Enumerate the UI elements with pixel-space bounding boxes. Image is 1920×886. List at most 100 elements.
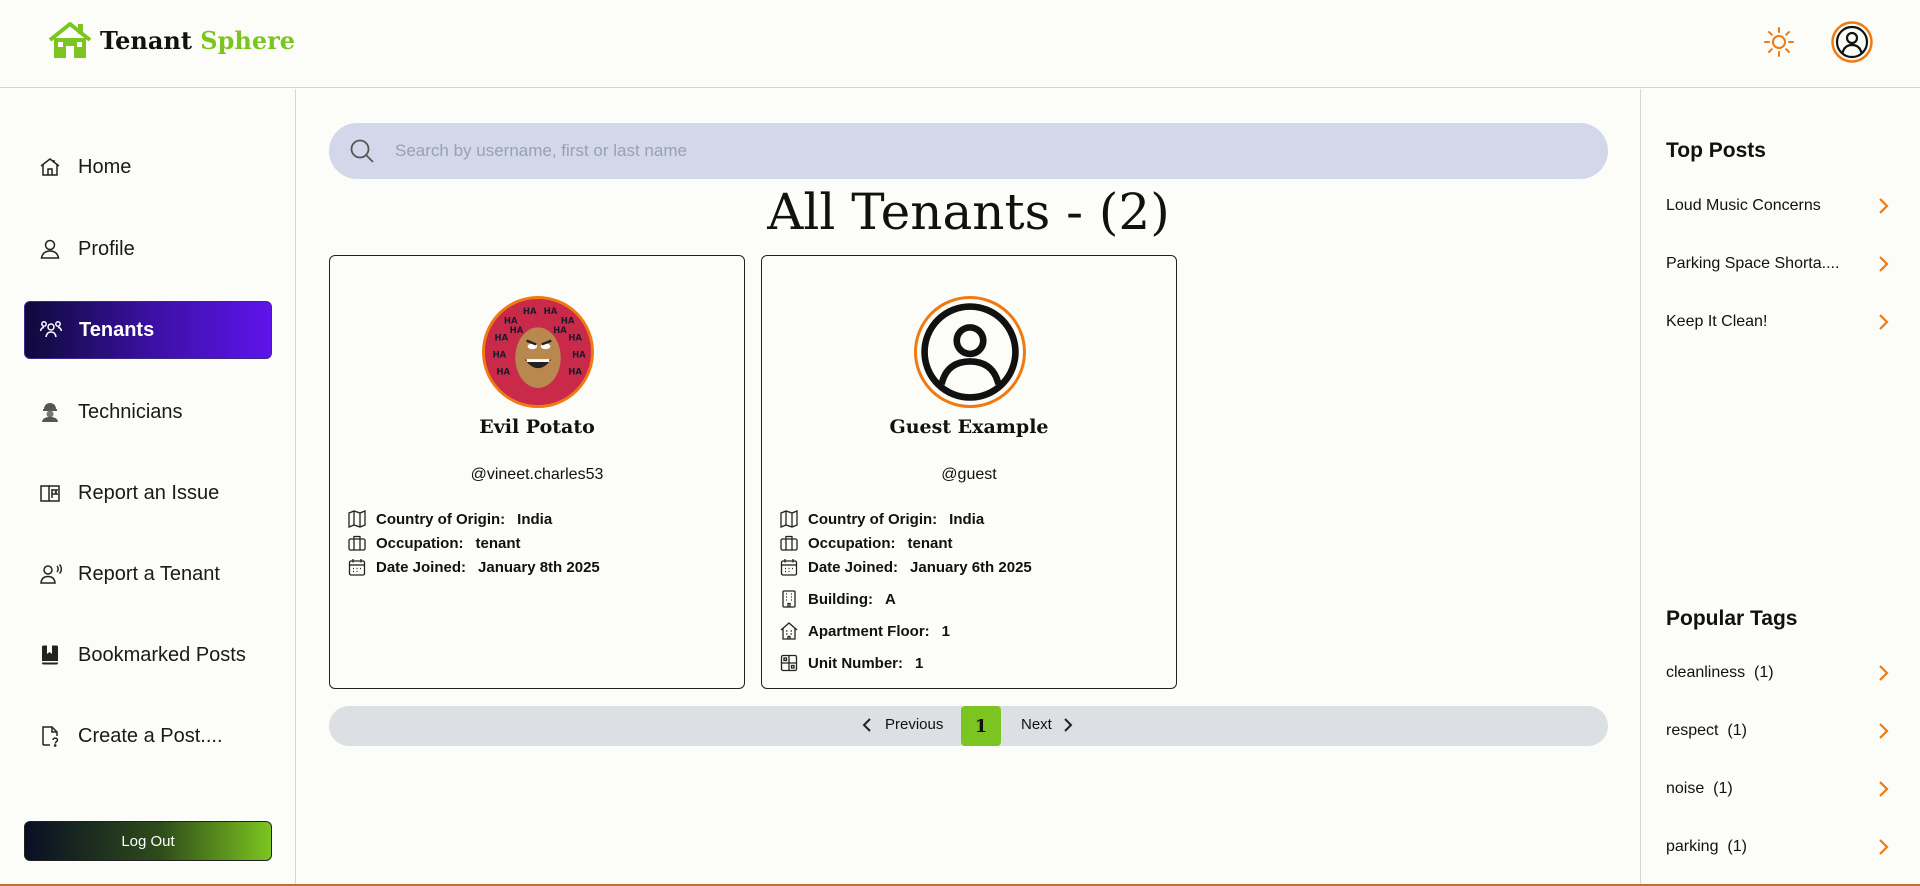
tag-item[interactable]: parking (1) (1666, 833, 1891, 861)
briefcase-icon (348, 534, 366, 552)
top-post-title: Parking Space Shorta.... (1666, 255, 1840, 272)
sidebar-item-label: Report a Tenant (78, 562, 220, 585)
tag-item[interactable]: respect (1) (1666, 717, 1891, 745)
sidebar-item-home[interactable]: Home (24, 138, 272, 196)
map-icon (348, 510, 366, 528)
country-row: Country of Origin: India (348, 510, 552, 528)
house-logo-icon (48, 22, 92, 58)
sidebar-item-bookmarked-posts[interactable]: Bookmarked Posts (24, 626, 272, 684)
sidebar: Home Profile Tenants Technicians Report … (0, 89, 296, 886)
briefcase-icon (780, 534, 798, 552)
tag-item[interactable]: cleanliness (1) (1666, 659, 1891, 687)
unit-value: 1 (915, 654, 924, 672)
next-page-button[interactable]: Next (1021, 716, 1074, 733)
right-panel: Top Posts Loud Music Concerns Parking Sp… (1640, 89, 1920, 886)
tag-item[interactable]: noise (1) (1666, 775, 1891, 803)
account-avatar-icon[interactable] (1831, 21, 1873, 63)
search-input[interactable] (395, 141, 1575, 161)
chevron-right-icon (1875, 254, 1891, 274)
pagination: Previous 1 Next (329, 706, 1608, 746)
app-title: Tenant Sphere (100, 25, 296, 55)
calendar-icon (780, 558, 798, 576)
sidebar-item-profile[interactable]: Profile (24, 220, 272, 278)
svg-text:HA: HA (553, 326, 567, 336)
sidebar-item-label: Technicians (78, 400, 183, 423)
potato-avatar-icon: HAHA HAHA HA HAHA HA HA HAHA HA (485, 299, 591, 405)
svg-text:HA: HA (568, 368, 582, 378)
svg-text:HA: HA (504, 317, 518, 327)
tenant-name: Guest Example (889, 416, 1049, 438)
top-post-item[interactable]: Parking Space Shorta.... (1666, 250, 1891, 278)
top-post-item[interactable]: Loud Music Concerns (1666, 192, 1891, 220)
occupation-row: Occupation: tenant (348, 534, 521, 552)
tag-label: noise (1) (1666, 780, 1733, 797)
sidebar-item-report-tenant[interactable]: Report a Tenant (24, 545, 272, 603)
default-user-avatar-icon (921, 303, 1019, 401)
date-joined-value: January 6th 2025 (910, 558, 1032, 576)
popular-tags-heading: Popular Tags (1666, 607, 1798, 630)
country-label: Country of Origin: (376, 510, 506, 528)
top-post-title: Keep It Clean! (1666, 313, 1768, 330)
logout-button[interactable]: Log Out (24, 821, 272, 861)
tag-label: parking (1) (1666, 838, 1747, 855)
svg-text:HA: HA (494, 334, 508, 344)
chevron-right-icon (1875, 663, 1891, 683)
previous-page-button[interactable]: Previous (861, 716, 943, 733)
building-label: Building: (808, 590, 873, 608)
top-posts-heading: Top Posts (1666, 139, 1766, 162)
sidebar-item-tenants[interactable]: Tenants (24, 301, 272, 359)
chevron-right-icon (1875, 196, 1891, 216)
page-title: All Tenants - (2) (767, 183, 1170, 241)
users-icon (39, 318, 63, 342)
technician-icon (38, 400, 62, 424)
svg-text:HA: HA (523, 307, 537, 317)
chevron-right-icon (1064, 717, 1073, 732)
chevron-right-icon (1875, 779, 1891, 799)
sidebar-item-create-post[interactable]: Create a Post.... (24, 707, 272, 765)
unit-label: Unit Number: (808, 654, 903, 672)
date-joined-label: Date Joined: (808, 558, 899, 576)
tag-label: respect (1) (1666, 722, 1747, 739)
search-icon[interactable] (349, 138, 375, 164)
grid-window-icon (780, 654, 798, 672)
top-header: Tenant Sphere (0, 0, 1920, 88)
svg-text:HA: HA (544, 307, 558, 317)
tenant-avatar[interactable] (914, 296, 1026, 408)
occupation-value: tenant (907, 534, 953, 552)
theme-toggle-sun-icon[interactable] (1763, 26, 1795, 58)
occupation-row: Occupation: tenant (780, 534, 953, 552)
chevron-left-icon (862, 717, 871, 732)
country-row: Country of Origin: India (780, 510, 984, 528)
date-joined-row: Date Joined: January 6th 2025 (780, 558, 1032, 576)
apartment-icon (780, 622, 798, 640)
tenant-card[interactable]: HA HA HA HA HA HA HA HA HA HA HA HA Evil Potato @… (329, 255, 745, 689)
svg-text:HA: HA (510, 326, 524, 336)
apartment-floor-row: Apartment Floor: 1 (780, 622, 950, 640)
previous-label: Previous (885, 716, 944, 733)
tenant-card[interactable]: Guest Example @guest Country of Origin: … (761, 255, 1177, 689)
tenant-name: Evil Potato (479, 416, 595, 438)
svg-text:HA: HA (493, 351, 507, 361)
country-value: India (949, 510, 985, 528)
svg-text:HA: HA (572, 351, 586, 361)
sidebar-item-label: Tenants (79, 318, 155, 341)
sidebar-item-report-issue[interactable]: Report an Issue (24, 464, 272, 522)
book-flag-icon (38, 481, 62, 505)
next-label: Next (1021, 716, 1052, 733)
date-joined-value: January 8th 2025 (478, 558, 600, 576)
sidebar-item-label: Home (78, 155, 132, 178)
unit-number-row: Unit Number: 1 (780, 654, 923, 672)
user-icon (38, 237, 62, 261)
sidebar-item-technicians[interactable]: Technicians (24, 383, 272, 441)
tenant-username: @guest (941, 466, 997, 483)
user-alert-icon (38, 562, 62, 586)
calendar-icon (348, 558, 366, 576)
page-number-current[interactable]: 1 (961, 706, 1001, 746)
top-post-title: Loud Music Concerns (1666, 197, 1821, 214)
svg-text:HA: HA (496, 368, 510, 378)
search-bar (329, 123, 1608, 179)
app-logo[interactable]: Tenant Sphere (48, 20, 295, 60)
tenant-avatar[interactable]: HA HA HA HA HA HA HA HA HA HA HA HA (482, 296, 594, 408)
country-value: India (517, 510, 553, 528)
top-post-item[interactable]: Keep It Clean! (1666, 308, 1891, 336)
